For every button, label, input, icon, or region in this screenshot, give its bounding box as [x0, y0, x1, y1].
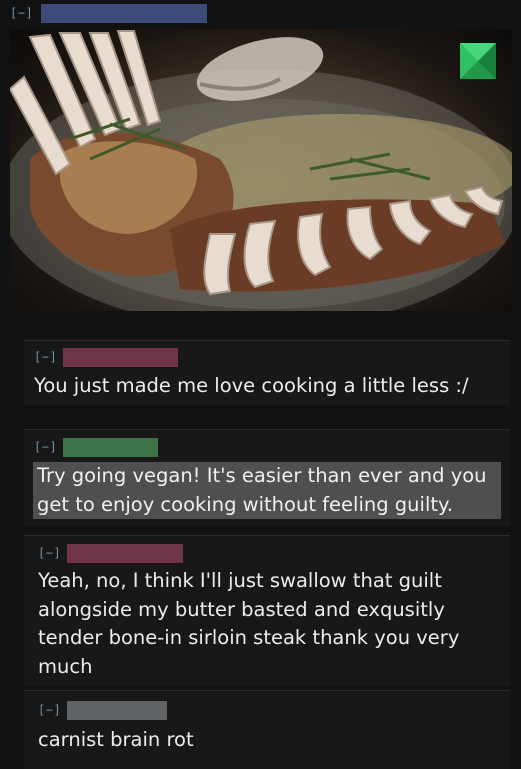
- comment: [−] carnist brain rot: [24, 690, 510, 769]
- comment-text-highlighted: Try going vegan! It's easier than ever a…: [33, 462, 501, 519]
- comment: [−] You just made me love cooking a litt…: [24, 340, 510, 405]
- post-header: [−]: [10, 3, 208, 23]
- comment-text: carnist brain rot: [38, 728, 194, 751]
- comment: [−] Try going vegan! It's easier than ev…: [24, 429, 510, 526]
- collapse-toggle[interactable]: [−]: [34, 440, 57, 454]
- redacted-username: [67, 700, 168, 720]
- redacted-username: [63, 347, 179, 367]
- post-image[interactable]: [10, 29, 512, 311]
- redacted-username: [67, 543, 184, 563]
- collapse-toggle[interactable]: [−]: [38, 546, 61, 560]
- collapse-toggle[interactable]: [−]: [38, 703, 61, 717]
- comment-text: You just made me love cooking a little l…: [34, 374, 469, 397]
- redacted-username: [63, 437, 159, 457]
- collapse-toggle[interactable]: [−]: [10, 6, 33, 20]
- green-pinwheel-icon: [460, 43, 496, 79]
- comment: [−] Yeah, no, I think I'll just swallow …: [24, 535, 510, 686]
- comment-text: Yeah, no, I think I'll just swallow that…: [38, 569, 460, 678]
- collapse-toggle[interactable]: [−]: [34, 350, 57, 364]
- redacted-username: [41, 3, 208, 23]
